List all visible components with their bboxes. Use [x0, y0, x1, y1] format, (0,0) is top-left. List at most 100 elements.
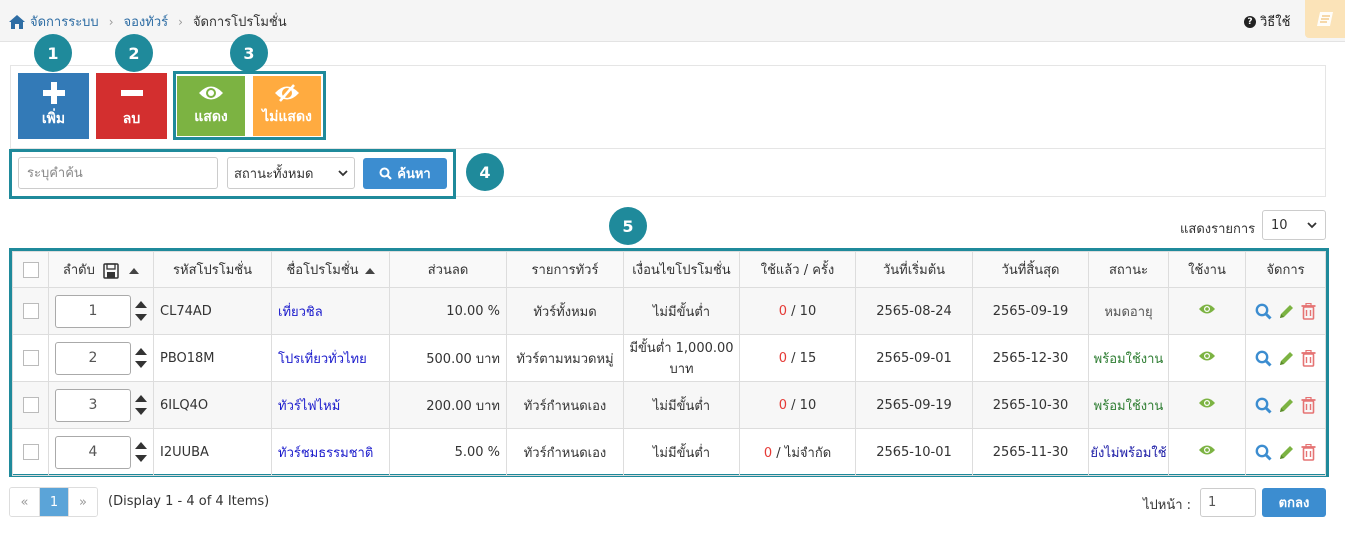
search-button[interactable]: ค้นหา: [363, 158, 447, 189]
header-order-label: ลำดับ: [62, 263, 95, 278]
pencil-icon[interactable]: [1278, 444, 1295, 461]
eye-icon[interactable]: [1198, 397, 1216, 409]
help-link[interactable]: ? วิธีใช้: [1244, 11, 1290, 32]
notebook-icon: [1317, 12, 1333, 26]
row-checkbox[interactable]: [22, 303, 39, 319]
usage-count: 0: [763, 445, 773, 461]
add-button[interactable]: เพิ่ม: [18, 73, 89, 139]
row-select-cell[interactable]: [12, 428, 49, 476]
select-all-checkbox[interactable]: [22, 261, 39, 278]
trash-icon[interactable]: [1301, 349, 1316, 367]
badge-4: 4: [466, 153, 504, 191]
trash-icon[interactable]: [1301, 443, 1316, 461]
search-icon[interactable]: [1255, 444, 1272, 461]
promo-start-date: 2565-10-01: [855, 428, 973, 476]
promo-name-link[interactable]: เที่ยวชิล: [271, 287, 390, 335]
order-input[interactable]: 2: [55, 341, 131, 375]
header-name[interactable]: ชื่อโปรโมชั่น: [271, 251, 390, 288]
row-select-cell[interactable]: [12, 287, 49, 335]
active-toggle[interactable]: [1168, 334, 1246, 382]
breadcrumb-separator: ›: [108, 14, 114, 29]
promo-status: ยังไม่พร้อมใช้: [1088, 428, 1169, 476]
usage-count: 0: [778, 397, 788, 413]
notebook-button[interactable]: [1305, 0, 1345, 38]
order-stepper[interactable]: [135, 301, 147, 321]
delete-button-label: ลบ: [122, 111, 141, 127]
promotion-table: ลำดับ รหัสโปรโมชั่น ชื่อโปรโมชั่น ส่วนลด…: [12, 251, 1326, 476]
row-checkbox[interactable]: [22, 444, 39, 460]
breadcrumb-item-tour-booking[interactable]: จองทัวร์: [124, 11, 169, 32]
goto-page-label: ไปหน้า :: [1143, 498, 1192, 513]
eye-icon[interactable]: [1198, 444, 1216, 456]
order-stepper[interactable]: [135, 348, 147, 368]
row-checkbox[interactable]: [22, 397, 39, 413]
save-icon[interactable]: [103, 262, 119, 279]
promo-status: พร้อมใช้งาน: [1088, 381, 1169, 429]
pencil-icon[interactable]: [1278, 397, 1295, 414]
trash-icon[interactable]: [1301, 396, 1316, 414]
row-select-cell[interactable]: [12, 334, 49, 382]
arrow-down-icon[interactable]: [135, 408, 147, 415]
order-input[interactable]: 4: [55, 435, 131, 469]
promo-name-link[interactable]: ทัวร์ไฟไหม้: [271, 381, 390, 429]
order-input[interactable]: 1: [55, 294, 131, 328]
header-order[interactable]: ลำดับ: [48, 251, 154, 288]
arrow-down-icon[interactable]: [135, 455, 147, 462]
arrow-up-icon[interactable]: [135, 442, 147, 449]
per-page-select[interactable]: 10: [1262, 210, 1326, 240]
active-toggle[interactable]: [1168, 287, 1246, 335]
trash-icon[interactable]: [1301, 302, 1316, 320]
header-condition: เงื่อนไขโปรโมชั่น: [623, 251, 740, 288]
search-input[interactable]: [18, 157, 218, 189]
sort-asc-icon: [129, 267, 140, 274]
badge-3: 3: [230, 34, 268, 72]
search-icon[interactable]: [1255, 303, 1272, 320]
order-input[interactable]: 3: [55, 388, 131, 422]
pagination-next[interactable]: »: [68, 488, 97, 516]
arrow-down-icon[interactable]: [135, 361, 147, 368]
promo-name-link[interactable]: ทัวร์ชมธรรมชาติ: [271, 428, 390, 476]
search-button-label: ค้นหา: [397, 167, 431, 182]
row-actions: [1245, 381, 1326, 429]
pencil-icon[interactable]: [1278, 350, 1295, 367]
search-icon[interactable]: [1255, 350, 1272, 367]
eye-icon[interactable]: [1198, 350, 1216, 362]
arrow-down-icon[interactable]: [135, 314, 147, 321]
search-icon: [379, 167, 393, 180]
promo-end-date: 2565-09-19: [972, 287, 1089, 335]
breadcrumb-item-system[interactable]: จัดการระบบ: [30, 11, 99, 32]
pagination: « 1 »: [9, 487, 98, 517]
order-stepper[interactable]: [135, 395, 147, 415]
promo-discount: 500.00 บาท: [389, 334, 507, 382]
home-icon[interactable]: [8, 14, 26, 30]
status-select[interactable]: สถานะทั้งหมด: [227, 157, 355, 189]
header-select-all[interactable]: [12, 251, 49, 288]
usage-count: 0: [778, 303, 788, 319]
order-stepper[interactable]: [135, 442, 147, 462]
pagination-prev[interactable]: «: [10, 488, 39, 516]
eye-icon[interactable]: [1198, 303, 1216, 315]
pencil-icon[interactable]: [1278, 303, 1295, 320]
goto-page-button[interactable]: ตกลง: [1262, 488, 1326, 517]
table-row: 1 CL74AD เที่ยวชิล 10.00 % ทัวร์ทั้งหมด ไม่มี…: [12, 287, 1326, 335]
arrow-up-icon[interactable]: [135, 301, 147, 308]
pagination-page-1[interactable]: 1: [39, 488, 68, 516]
row-order-cell: 3: [48, 381, 154, 429]
breadcrumb: จัดการระบบ › จองทัวร์ › จัดการโปรโมชั่น: [8, 11, 287, 32]
header-code: รหัสโปรโมชั่น: [153, 251, 272, 288]
arrow-up-icon[interactable]: [135, 348, 147, 355]
promo-name-link[interactable]: โปรเที่ยวทั่วไทย: [271, 334, 390, 382]
search-icon[interactable]: [1255, 397, 1272, 414]
promo-condition: ไม่มีขั้นต่ำ: [623, 428, 740, 476]
delete-button[interactable]: ลบ: [96, 73, 167, 139]
active-toggle[interactable]: [1168, 381, 1246, 429]
highlight-show-hide: [173, 71, 326, 140]
promo-usage: 0 / 10: [739, 381, 856, 429]
row-checkbox[interactable]: [22, 350, 39, 366]
row-select-cell[interactable]: [12, 381, 49, 429]
goto-page-input[interactable]: 1: [1200, 488, 1256, 517]
arrow-up-icon[interactable]: [135, 395, 147, 402]
active-toggle[interactable]: [1168, 428, 1246, 476]
promo-tours: ทัวร์ตามหมวดหมู่: [506, 334, 624, 382]
minus-icon: [120, 90, 143, 96]
